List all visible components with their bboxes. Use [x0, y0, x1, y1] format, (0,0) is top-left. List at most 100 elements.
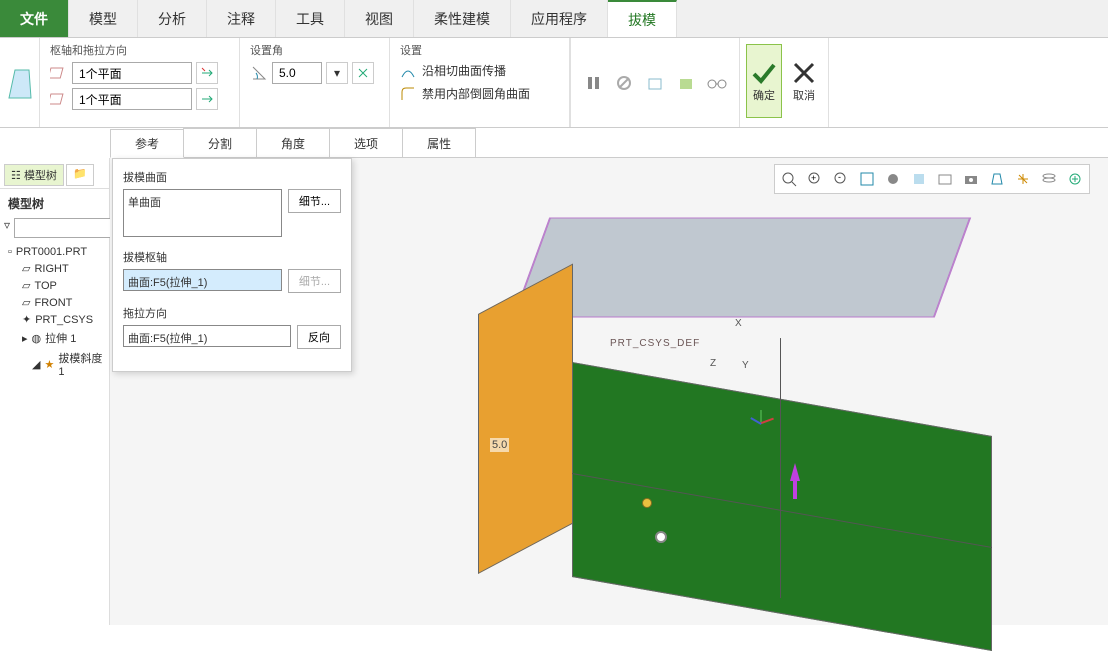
filter-icon[interactable]: ▿ [4, 218, 10, 238]
menu-tools[interactable]: 工具 [276, 0, 345, 37]
angle-value-input[interactable] [272, 62, 322, 84]
propagate-tangent-label: 沿相切曲面传播 [422, 62, 506, 79]
propagate-tangent-checkbox[interactable]: 沿相切曲面传播 [400, 62, 559, 79]
layers-icon[interactable] [1037, 167, 1061, 191]
menu-analysis[interactable]: 分析 [138, 0, 207, 37]
model-draft-face[interactable] [478, 263, 573, 574]
hinge-pull-label: 枢轴和拖拉方向 [50, 42, 229, 58]
menu-model[interactable]: 模型 [69, 0, 138, 37]
tree-item-datum-front[interactable]: ▱ FRONT [4, 294, 105, 311]
zoom-fit-icon[interactable] [777, 167, 801, 191]
angle-dropdown-button[interactable]: ▾ [326, 62, 348, 84]
more-tools-icon[interactable] [1063, 167, 1087, 191]
ribbon-group-confirm: 确定 取消 [740, 38, 829, 127]
cancel-button[interactable]: 取消 [786, 44, 822, 118]
menu-applications[interactable]: 应用程序 [511, 0, 608, 37]
pull-direction-label: 拖拉方向 [123, 305, 341, 321]
extrude-icon: ◍ [32, 332, 42, 345]
pull-direction-collector[interactable]: 曲面:F5(拉伸_1) [123, 325, 291, 347]
ribbon-group-angle: 设置角 ▾ [240, 38, 390, 127]
model-tree-sidebar: ☷ 模型树 📁 模型树 ▿ ▫PRT0001.PRT ▱RIGHT ▱TOP ▱… [0, 158, 110, 625]
draft-feature-icon [5, 64, 35, 102]
preview-icon[interactable] [675, 71, 698, 95]
model-front-face[interactable] [572, 362, 992, 651]
zoom-out-icon[interactable]: - [829, 167, 853, 191]
draft-surface-label: 拔模曲面 [123, 169, 341, 185]
tangent-icon [400, 63, 416, 79]
main-menu-bar: 文件 模型 分析 注释 工具 视图 柔性建模 应用程序 拔模 [0, 0, 1108, 38]
perspective-icon[interactable] [985, 167, 1009, 191]
tree-item-label: TOP [34, 280, 56, 292]
menu-file[interactable]: 文件 [0, 0, 69, 37]
expand-icon[interactable]: ▸ [22, 332, 28, 345]
tree-item-label: RIGHT [34, 263, 68, 275]
tree-item-label: 拉伸 1 [45, 330, 76, 346]
dashboard-subtabs: 参考 分割 角度 选项 属性 [110, 128, 1108, 158]
tree-item-datum-top[interactable]: ▱TOP [4, 277, 105, 294]
csys-icon: ✦ [22, 313, 31, 326]
hinge-detail-button[interactable]: 细节... [288, 269, 341, 293]
datum-icon: ▱ [22, 296, 30, 309]
viewport-toolbar: + - [774, 164, 1090, 194]
reference-panel: 拔模曲面 单曲面 细节... 拔模枢轴 曲面:F5(拉伸_1) 细节... 拖拉… [112, 158, 352, 372]
angle-flip-button[interactable] [352, 62, 374, 84]
menu-draft[interactable]: 拔模 [608, 0, 677, 37]
verify-icon[interactable] [643, 71, 666, 95]
draft-hinge-collector[interactable]: 曲面:F5(拉伸_1) [123, 269, 282, 291]
glasses-icon[interactable] [706, 71, 729, 95]
menu-flex-model[interactable]: 柔性建模 [414, 0, 511, 37]
subtab-reference[interactable]: 参考 [110, 129, 184, 158]
drag-handle-white[interactable] [655, 531, 667, 543]
draft-surface-collector[interactable]: 单曲面 [123, 189, 282, 237]
pull-flip-button[interactable] [196, 88, 218, 110]
pause-icon[interactable] [581, 71, 604, 95]
subtab-split[interactable]: 分割 [183, 128, 257, 157]
tree-item-label: PRT0001.PRT [16, 246, 87, 258]
hinge-flip-button[interactable] [196, 62, 218, 84]
drag-handle-yellow[interactable] [642, 498, 652, 508]
tree-item-draft[interactable]: ◢★拔模斜度 1 [4, 348, 105, 380]
draft-angle-dimension[interactable]: 5.0 [490, 438, 509, 452]
plane-icon [50, 64, 68, 82]
refit-icon[interactable] [855, 167, 879, 191]
tree-item-part[interactable]: ▫ PRT0001.PRT [4, 244, 105, 260]
reverse-direction-button[interactable]: 反向 [297, 325, 341, 349]
subtab-angle[interactable]: 角度 [256, 128, 330, 157]
mini-csys-icon[interactable] [750, 410, 770, 430]
tree-item-datum-right[interactable]: ▱RIGHT [4, 260, 105, 277]
pull-direction-arrow-stem [793, 481, 797, 499]
axis-z-label: Z [710, 358, 716, 369]
spin-icon[interactable] [881, 167, 905, 191]
tree-item-csys[interactable]: ✦ PRT_CSYS [4, 311, 105, 328]
draft-icon: ◢ [32, 358, 40, 371]
model-tree: ▫ PRT0001.PRT ▱RIGHT ▱TOP ▱ FRONT ✦ PRT_CSY… [0, 244, 109, 380]
snapshot-icon[interactable] [959, 167, 983, 191]
angle-group-label: 设置角 [250, 42, 379, 58]
annotation-icon[interactable] [1011, 167, 1035, 191]
pull-plane-input[interactable] [72, 88, 192, 110]
ok-label: 确定 [753, 87, 775, 103]
model-tree-title: 模型树 [0, 189, 109, 218]
display-style-icon[interactable] [907, 167, 931, 191]
pull-direction-arrow[interactable] [790, 463, 800, 481]
tree-item-label: FRONT [34, 297, 72, 309]
hinge-plane-input[interactable] [72, 62, 192, 84]
sidebar-tab-model-tree[interactable]: ☷ 模型树 [4, 164, 64, 186]
saved-view-icon[interactable] [933, 167, 957, 191]
no-preview-icon[interactable] [612, 71, 635, 95]
sidebar-tab-folder[interactable]: 📁 [66, 164, 94, 186]
disable-round-label: 禁用内部倒圆角曲面 [422, 85, 530, 102]
axis-y-label: Y [742, 360, 749, 371]
menu-annotate[interactable]: 注释 [207, 0, 276, 37]
part-icon: ▫ [8, 246, 12, 258]
ok-button[interactable]: 确定 [746, 44, 782, 118]
surface-detail-button[interactable]: 细节... [288, 189, 341, 213]
menu-view[interactable]: 视图 [345, 0, 414, 37]
model-top-face[interactable] [514, 218, 970, 317]
zoom-in-icon[interactable]: + [803, 167, 827, 191]
tree-item-extrude[interactable]: ▸ ◍拉伸 1 [4, 328, 105, 348]
subtab-properties[interactable]: 属性 [402, 128, 476, 157]
subtab-options[interactable]: 选项 [329, 128, 403, 157]
disable-round-checkbox[interactable]: 禁用内部倒圆角曲面 [400, 85, 559, 102]
tree-item-label: PRT_CSYS [35, 314, 93, 326]
